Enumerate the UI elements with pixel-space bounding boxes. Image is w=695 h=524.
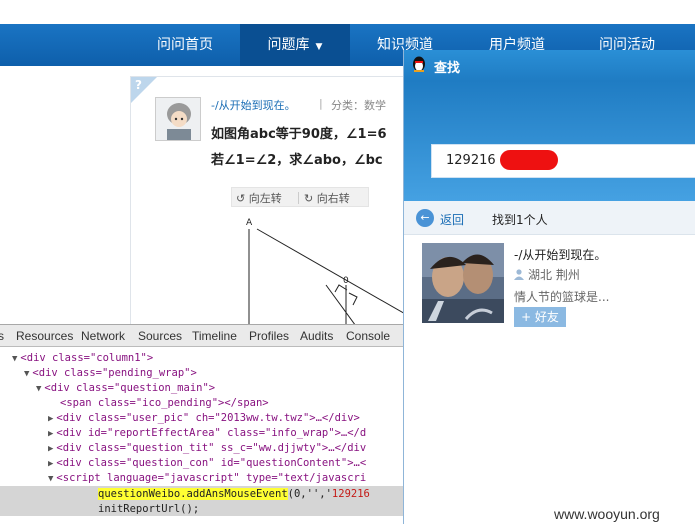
dom-node-line[interactable]: ▼ <script language="javascript" type="tex… <box>48 471 366 487</box>
result-avatar[interactable] <box>422 243 504 323</box>
expand-triangle-icon[interactable]: ▶ <box>48 444 53 454</box>
expand-triangle-icon[interactable]: ▼ <box>12 354 17 364</box>
question-title-line2: 若∠1=∠2，求∠abo，∠bc <box>211 153 383 168</box>
pending-icon: ? <box>135 78 142 92</box>
qq-title: 查找 <box>434 61 461 76</box>
result-name[interactable]: -/从开始到现在。 <box>514 246 606 263</box>
expand-triangle-icon[interactable]: ▼ <box>36 384 41 394</box>
dom-node-line[interactable]: ▶ <div class="question_con" id="questionC… <box>48 456 366 472</box>
rotate-right-icon: ↻ <box>304 192 314 205</box>
expand-triangle-icon[interactable]: ▶ <box>48 414 53 424</box>
tab-timeline[interactable]: Timeline <box>192 329 237 343</box>
dom-node-line[interactable]: ▶ <div class="user_pic" ch="2013ww.tw.twz… <box>48 411 360 427</box>
top-strip <box>0 0 695 24</box>
dom-node-text: <div id="reportEffectArea" class="info_w… <box>56 427 367 439</box>
geometry-figure: A 0 <box>246 218 419 325</box>
question-category[interactable]: 分类：数学 <box>331 97 386 113</box>
rotate-right-button[interactable]: ↻ 向右转 <box>304 190 350 206</box>
redaction-mark <box>500 150 558 170</box>
nav-question-library-label: 问题库 <box>267 37 310 53</box>
qq-penguin-icon <box>413 56 425 72</box>
add-friend-button[interactable]: + 好友 <box>514 307 566 327</box>
chevron-down-icon: ▼ <box>315 42 323 52</box>
dom-node-line[interactable]: ▼ <div class="pending_wrap"> <box>24 366 197 382</box>
screenshot-root: 问问首页 问题库 ▼ 知识频道 用户频道 问问活动 ? -/从开始到现在。 | 分… <box>0 0 695 524</box>
js-args-prefix: (0,'',' <box>287 488 332 500</box>
js-highlight: questionWeibo.addAnsMouseEvent <box>98 488 288 500</box>
tab-resources[interactable]: Resources <box>16 329 73 343</box>
qq-search-query: 129216 <box>446 153 496 168</box>
js-code-line-2[interactable]: initReportUrl(); <box>98 502 199 517</box>
back-arrow-icon[interactable]: ← <box>416 209 434 227</box>
avatar[interactable] <box>155 97 201 141</box>
tab-sources[interactable]: Sources <box>138 329 182 343</box>
js-args-value: 129216 <box>331 488 370 500</box>
dom-node-line[interactable]: ▼ <div class="column1"> <box>12 351 153 367</box>
dom-node-text: <span class="ico_pending"></span> <box>60 397 269 409</box>
tab-profiles[interactable]: Profiles <box>249 329 289 343</box>
expand-triangle-icon[interactable]: ▼ <box>48 474 53 484</box>
figure-label-a: A <box>246 218 253 228</box>
dom-node-line[interactable]: ▼ <div class="question_main"> <box>36 381 215 397</box>
dom-node-text: <div class="pending_wrap"> <box>32 367 197 379</box>
rotate-left-button[interactable]: ↺ 向左转 <box>236 190 282 206</box>
tab-audits[interactable]: Audits <box>300 329 333 343</box>
result-signature: 情人节的篮球是... <box>514 290 610 304</box>
question-title-line1: 如图角abc等于90度，∠1=6 <box>211 127 387 142</box>
expand-triangle-icon[interactable]: ▼ <box>24 369 29 379</box>
avatar-image <box>156 98 200 140</box>
devtools-panel: s Resources Network Sources Timeline Pro… <box>0 324 404 524</box>
rotate-divider <box>298 192 299 204</box>
expand-triangle-icon[interactable]: ▶ <box>48 429 53 439</box>
rotate-left-icon: ↺ <box>236 192 246 205</box>
dom-node-text: <div class="question_tit" ss_c="ww.djjwt… <box>56 442 367 454</box>
tab-elements[interactable]: s <box>0 329 4 343</box>
result-avatar-image <box>422 243 504 323</box>
rotate-right-label: 向右转 <box>316 192 350 205</box>
watermark: www.wooyun.org <box>554 506 660 522</box>
tab-console[interactable]: Console <box>346 329 390 343</box>
dom-node-text: <div class="question_con" id="questionCo… <box>56 457 367 469</box>
qq-result-bar: ← 返回 找到1个人 <box>404 201 695 235</box>
expand-triangle-icon[interactable]: ▶ <box>48 459 53 469</box>
dom-node-text: <div class="user_pic" ch="2013ww.tw.twz"… <box>56 412 360 424</box>
js-code-line[interactable]: questionWeibo.addAnsMouseEvent(0,'','129… <box>98 487 370 502</box>
question-user-name[interactable]: -/从开始到现在。 <box>211 97 296 113</box>
found-count: 找到1个人 <box>492 213 548 227</box>
result-location: 湖北 荆州 <box>514 266 580 283</box>
tab-network[interactable]: Network <box>81 329 125 343</box>
qq-search-input[interactable]: 129216 <box>431 144 695 178</box>
back-button[interactable]: 返回 <box>440 211 464 228</box>
dom-node-text: <script language="javascript" type="text… <box>56 472 367 484</box>
rotate-left-label: 向左转 <box>248 192 282 205</box>
nav-home[interactable]: 问问首页 <box>140 24 230 66</box>
qq-search-window: 查找 129216 ← 返回 找到1个人 -/从开始到现在。 湖北 荆州 情人节… <box>403 50 695 524</box>
result-location-text: 湖北 荆州 <box>528 268 580 282</box>
dom-node-line[interactable]: ▶ <div class="question_tit" ss_c="ww.djjw… <box>48 441 366 457</box>
nav-question-library[interactable]: 问题库 ▼ <box>240 24 350 66</box>
qq-search-header <box>404 81 695 201</box>
dom-node-text: <div class="question_main"> <box>44 382 216 394</box>
dom-node-line[interactable]: ▶ <div id="reportEffectArea" class="info_… <box>48 426 366 442</box>
devtools-tabs: s Resources Network Sources Timeline Pro… <box>0 325 404 347</box>
figure-label-o: 0 <box>343 276 349 286</box>
meta-separator: | <box>319 97 323 110</box>
nav-home-label: 问问首页 <box>157 37 213 53</box>
dom-node-text: <div class="column1"> <box>20 352 154 364</box>
dom-node-line[interactable]: <span class="ico_pending"></span> <box>60 396 269 411</box>
qq-title-bar[interactable]: 查找 <box>404 50 695 81</box>
person-icon <box>514 269 524 280</box>
image-rotate-bar: ↺ 向左转 ↻ 向右转 <box>231 187 369 207</box>
question-card: ? -/从开始到现在。 | 分类：数学 如图角abc等于90度，∠1=6 若∠1… <box>130 76 420 326</box>
